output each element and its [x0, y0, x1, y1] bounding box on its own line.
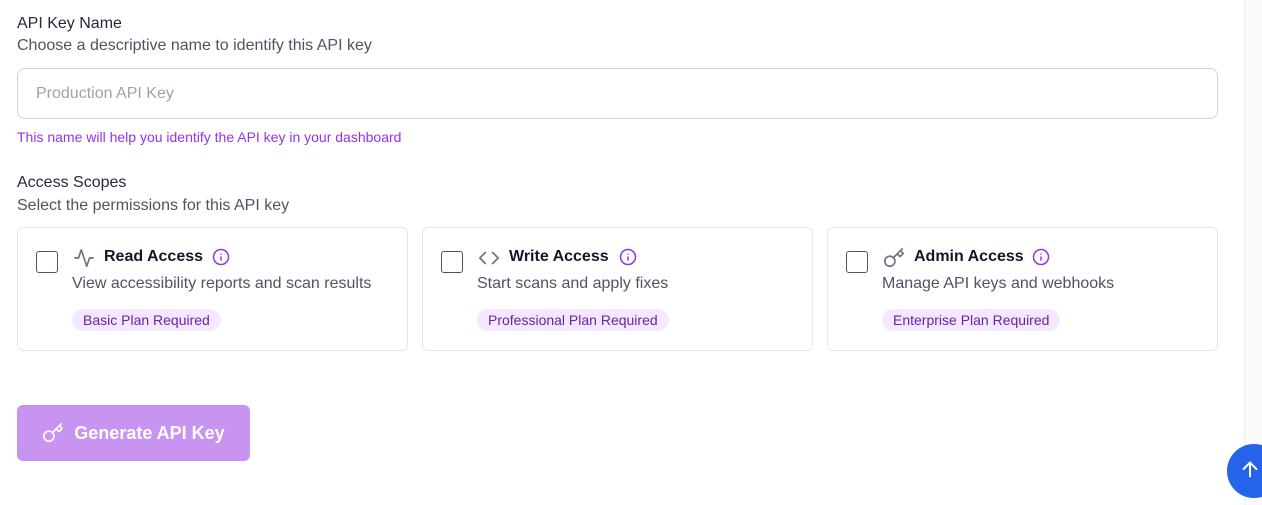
- generate-api-key-button[interactable]: Generate API Key: [17, 405, 250, 461]
- api-key-name-helper: This name will help you identify the API…: [17, 129, 402, 145]
- api-key-name-description: Choose a descriptive name to identify th…: [17, 37, 372, 54]
- read-access-title: Read Access: [104, 248, 204, 265]
- admin-access-plan-badge: Enterprise Plan Required: [882, 309, 1061, 331]
- read-access-plan-badge: Basic Plan Required: [72, 309, 221, 331]
- info-icon[interactable]: [212, 248, 230, 266]
- scope-card-admin[interactable]: Admin Access Manage API keys and webhook…: [827, 227, 1218, 351]
- arrow-up-icon: [1239, 458, 1261, 485]
- code-icon: [477, 246, 501, 270]
- access-scopes-label: Access Scopes: [17, 174, 127, 191]
- key-icon: [882, 246, 906, 270]
- api-key-name-label: API Key Name: [17, 15, 122, 32]
- scope-card-write[interactable]: Write Access Start scans and apply fixes…: [422, 227, 813, 351]
- scrollbar-track[interactable]: [1244, 0, 1262, 505]
- write-access-checkbox[interactable]: [441, 251, 463, 273]
- generate-api-key-label: Generate API Key: [74, 422, 225, 443]
- api-key-name-input[interactable]: [17, 68, 1218, 119]
- admin-access-title: Admin Access: [914, 248, 1024, 265]
- write-access-plan-badge: Professional Plan Required: [477, 309, 669, 331]
- key-icon: [42, 422, 64, 444]
- info-icon[interactable]: [1032, 248, 1050, 266]
- write-access-title: Write Access: [509, 248, 609, 265]
- scope-cards: Read Access View accessibility reports a…: [17, 227, 1218, 351]
- scroll-to-top-button[interactable]: [1227, 444, 1262, 498]
- activity-icon: [72, 246, 96, 270]
- info-icon[interactable]: [619, 248, 637, 266]
- read-access-checkbox[interactable]: [36, 251, 58, 273]
- write-access-description: Start scans and apply fixes: [477, 275, 669, 292]
- admin-access-checkbox[interactable]: [846, 251, 868, 273]
- scope-card-read[interactable]: Read Access View accessibility reports a…: [17, 227, 408, 351]
- access-scopes-description: Select the permissions for this API key: [17, 197, 290, 214]
- admin-access-description: Manage API keys and webhooks: [882, 275, 1115, 292]
- read-access-description: View accessibility reports and scan resu…: [72, 275, 372, 292]
